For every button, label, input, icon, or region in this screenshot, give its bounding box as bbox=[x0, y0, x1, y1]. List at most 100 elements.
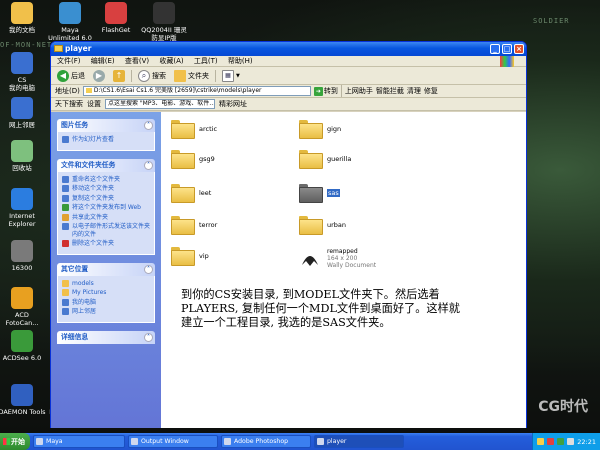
views-button[interactable]: ▦ ▼ bbox=[220, 69, 242, 83]
desktop-icon-acdsee-6-0[interactable]: ACDSee 6.0 bbox=[0, 330, 46, 362]
file-name: remapped bbox=[327, 247, 358, 255]
task-panel: 图片任务 ˄ 作为幻灯片查看 bbox=[57, 119, 155, 151]
search-input[interactable]: 点这里搜索 "MP3、电影、游戏、软件…" bbox=[105, 99, 215, 109]
address-bar: 地址(D) D:\CS1.6\Esai Cs1.6 完美版 [2659]\cst… bbox=[51, 85, 526, 98]
task-panel-header[interactable]: 详细信息 ˄ bbox=[57, 330, 155, 344]
desktop-icon-daemon-tools[interactable]: DAEMON Tools bbox=[0, 384, 46, 416]
address-input[interactable]: D:\CS1.6\Esai Cs1.6 完美版 [2659]\cstrike\m… bbox=[82, 86, 311, 96]
tray-icon[interactable] bbox=[537, 438, 545, 445]
desktop-icon-label: Maya Unlimited 6.0 bbox=[48, 26, 92, 42]
task-link[interactable]: 移动这个文件夹 bbox=[62, 185, 150, 193]
go-button[interactable]: ➜ 转到 bbox=[313, 86, 338, 96]
task-link[interactable]: 复制这个文件夹 bbox=[62, 194, 150, 203]
menu-favorites[interactable]: 收藏(A) bbox=[159, 56, 183, 67]
folder-item[interactable]: sas bbox=[299, 184, 340, 203]
desktop-icon-maya-unlimited-6-0[interactable]: Maya Unlimited 6.0 bbox=[46, 2, 94, 42]
task-panel-header[interactable]: 文件和文件夹任务 ˄ bbox=[57, 158, 155, 172]
forward-button[interactable]: ▶ bbox=[91, 69, 107, 83]
task-link[interactable]: 共享此文件夹 bbox=[62, 213, 150, 222]
folder-item[interactable]: gign bbox=[299, 120, 341, 139]
task-link[interactable]: 重命名这个文件夹 bbox=[62, 175, 150, 184]
folder-name: terror bbox=[199, 220, 218, 229]
task-player[interactable]: player bbox=[314, 435, 404, 448]
folder-name: sas bbox=[327, 188, 340, 197]
desktop-icon-label: 回收站 bbox=[12, 164, 32, 172]
desktop-icon-acd-fotocan[interactable]: ACD FotoCan... bbox=[0, 287, 46, 327]
rename-icon bbox=[62, 175, 69, 183]
task-link[interactable]: 将这个文件夹发布到 Web bbox=[62, 204, 150, 212]
link-clean[interactable]: 清理 bbox=[407, 86, 421, 96]
task-link[interactable]: 网上邻居 bbox=[62, 308, 150, 316]
folder-item[interactable]: guerilla bbox=[299, 150, 352, 169]
link-block[interactable]: 智能拦截 bbox=[376, 86, 404, 96]
maximize-button[interactable]: □ bbox=[502, 44, 512, 54]
desktop-icon-label: ACD FotoCan... bbox=[5, 311, 39, 327]
search-settings-button[interactable]: 设置 bbox=[87, 99, 101, 109]
up-button[interactable]: ↑ bbox=[111, 69, 127, 83]
system-tray: 22:21 bbox=[532, 433, 600, 450]
folder-icon bbox=[171, 150, 195, 169]
tray-icon[interactable] bbox=[547, 438, 555, 445]
task-photoshop[interactable]: Adobe Photoshop bbox=[221, 435, 311, 448]
folder-item[interactable]: gsg9 bbox=[171, 150, 215, 169]
link-helper[interactable]: 上网助手 bbox=[345, 86, 373, 96]
folder-item[interactable]: urban bbox=[299, 216, 346, 235]
folder-name: guerilla bbox=[327, 154, 352, 163]
menu-view[interactable]: 查看(V) bbox=[125, 56, 149, 67]
folder-item[interactable]: arctic bbox=[171, 120, 217, 139]
task-link[interactable]: 删除这个文件夹 bbox=[62, 240, 150, 248]
collapse-chevron-icon[interactable]: ˄ bbox=[144, 121, 153, 130]
desktop-icon-16300[interactable]: 16300 bbox=[0, 240, 46, 272]
toolbar-separator bbox=[215, 69, 216, 82]
folders-icon bbox=[174, 69, 186, 82]
clock: 22:21 bbox=[577, 437, 596, 446]
folders-label: 文件夹 bbox=[188, 71, 209, 80]
collapse-chevron-icon[interactable]: ˄ bbox=[144, 160, 153, 170]
desktop-icon-item[interactable]: 网上邻居 bbox=[0, 97, 46, 129]
folder-item[interactable]: vip bbox=[171, 247, 209, 266]
task-link[interactable]: My Pictures bbox=[62, 289, 150, 297]
task-link[interactable]: models bbox=[62, 279, 150, 288]
desktop-icon-flashget[interactable]: FlashGet bbox=[92, 2, 140, 34]
task-panel-header[interactable]: 其它位置 ˄ bbox=[57, 262, 155, 276]
file-item[interactable]: remapped 164 x 200 Wally Document bbox=[299, 247, 376, 269]
desktop-icon-item[interactable]: 回收站 bbox=[0, 140, 46, 172]
task-link-label: 网上邻居 bbox=[72, 308, 97, 315]
folder-item[interactable]: leet bbox=[171, 184, 211, 203]
close-button[interactable]: × bbox=[514, 44, 524, 54]
desktop-icon-cs[interactable]: CS 我的电脑 bbox=[0, 52, 46, 92]
folder-item[interactable]: terror bbox=[171, 216, 218, 235]
tray-icon[interactable] bbox=[557, 438, 565, 445]
search-button[interactable]: ⌕ 搜索 bbox=[136, 69, 168, 83]
go-arrow-icon: ➜ bbox=[313, 86, 323, 96]
collapse-chevron-icon[interactable]: ˄ bbox=[144, 332, 153, 342]
desktop-icon-item[interactable]: 我的文档 bbox=[0, 2, 46, 34]
search-toolbar-label[interactable]: 天下搜索 bbox=[55, 99, 83, 109]
computer-icon bbox=[62, 298, 69, 306]
tutorial-caption: 到你的CS安装目录, 到MODEL文件夹下。然后选着PLAYERS, 复制任何一… bbox=[181, 288, 460, 329]
menu-edit[interactable]: 编辑(E) bbox=[91, 56, 115, 67]
start-button[interactable]: 开始 bbox=[0, 433, 30, 450]
menu-file[interactable]: 文件(F) bbox=[57, 56, 81, 67]
volume-icon[interactable] bbox=[567, 438, 575, 445]
task-maya[interactable]: Maya bbox=[33, 435, 125, 448]
favorites-button[interactable]: 精彩网址 bbox=[219, 99, 247, 109]
collapse-chevron-icon[interactable]: ˄ bbox=[144, 264, 153, 274]
desktop-icon-qq2004ii-ip[interactable]: QQ2004II 珊灵防显IP版 bbox=[140, 2, 188, 42]
acd-fotocanvas-icon bbox=[11, 287, 33, 309]
menu-help[interactable]: 帮助(H) bbox=[228, 56, 253, 67]
task-link[interactable]: 以电子邮件形式发送该文件夹内的文件 bbox=[62, 223, 150, 238]
minimize-button[interactable]: _ bbox=[490, 44, 500, 54]
task-link[interactable]: 作为幻灯片查看 bbox=[62, 136, 150, 144]
desktop-icon-internet-explorer[interactable]: Internet Explorer bbox=[0, 188, 46, 228]
task-panel-body: 作为幻灯片查看 bbox=[57, 132, 155, 151]
task-panel-title: 详细信息 bbox=[61, 332, 89, 341]
task-output-window[interactable]: Output Window bbox=[128, 435, 218, 448]
task-link[interactable]: 我的电脑 bbox=[62, 298, 150, 307]
menu-tools[interactable]: 工具(T) bbox=[194, 56, 218, 67]
back-button[interactable]: ◀ 后退 bbox=[55, 69, 87, 83]
task-panel-header[interactable]: 图片任务 ˄ bbox=[57, 119, 155, 132]
link-repair[interactable]: 修复 bbox=[424, 86, 438, 96]
title-bar[interactable]: player _ □ × bbox=[51, 42, 526, 56]
folders-button[interactable]: 文件夹 bbox=[172, 69, 211, 83]
